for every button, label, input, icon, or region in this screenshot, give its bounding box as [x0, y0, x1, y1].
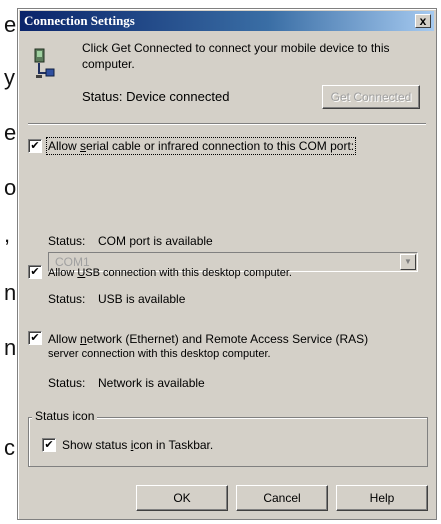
ok-button[interactable]: OK — [136, 485, 228, 511]
network-checkbox-label-line2: server connection with this desktop comp… — [48, 348, 271, 360]
show-status-icon-label[interactable]: Show status icon in Taskbar. — [62, 438, 213, 452]
connection-settings-dialog: Connection Settings x Click Get Connecte… — [17, 8, 437, 520]
background-letter: e — [4, 120, 17, 145]
device-status-text: Status: Device connected — [82, 89, 230, 104]
network-status-label: Status: — [48, 376, 86, 390]
intro-text: Click Get Connected to connect your mobi… — [82, 41, 390, 55]
background-letter: e — [4, 12, 17, 37]
close-icon: x — [419, 14, 427, 28]
check-mark-icon: ✔ — [30, 332, 40, 344]
usb-status-value: USB is available — [98, 292, 186, 306]
check-mark-icon: ✔ — [30, 140, 40, 152]
separator — [28, 123, 426, 125]
close-button[interactable]: x — [415, 14, 431, 28]
background-letter: n — [4, 280, 17, 305]
serial-checkbox-label[interactable]: Allow serial cable or infrared connectio… — [45, 137, 357, 155]
usb-checkbox[interactable]: ✔ — [28, 265, 42, 279]
title-bar: Connection Settings x — [20, 11, 434, 31]
background-letter: o — [4, 175, 17, 200]
background-letter: c — [4, 435, 15, 460]
intro-text-line2: computer. — [82, 57, 135, 71]
serial-status-value: COM port is available — [98, 234, 213, 248]
check-mark-icon: ✔ — [44, 439, 54, 451]
network-status-value: Network is available — [98, 376, 205, 390]
serial-checkbox[interactable]: ✔ — [28, 139, 42, 153]
background-letter: , — [4, 222, 11, 247]
usb-checkbox-label[interactable]: Allow USB connection with this desktop c… — [48, 267, 292, 279]
usb-status-label: Status: — [48, 292, 86, 306]
status-icon-group-label: Status icon — [32, 409, 98, 423]
get-connected-button[interactable]: Get Connected — [322, 85, 420, 109]
background-letter: y — [4, 65, 15, 90]
network-checkbox-label[interactable]: Allow network (Ethernet) and Remote Acce… — [48, 332, 368, 346]
dialog-title: Connection Settings — [24, 13, 135, 28]
check-mark-icon: ✔ — [30, 266, 40, 278]
cancel-button[interactable]: Cancel — [236, 485, 328, 511]
network-checkbox[interactable]: ✔ — [28, 331, 42, 345]
show-status-icon-checkbox[interactable]: ✔ — [42, 438, 56, 452]
chevron-down-icon[interactable]: ▼ — [400, 254, 416, 270]
serial-status-label: Status: — [48, 234, 86, 248]
mobile-device-icon — [34, 48, 55, 78]
help-button[interactable]: Help — [336, 485, 428, 511]
background-letter: n — [4, 335, 17, 360]
